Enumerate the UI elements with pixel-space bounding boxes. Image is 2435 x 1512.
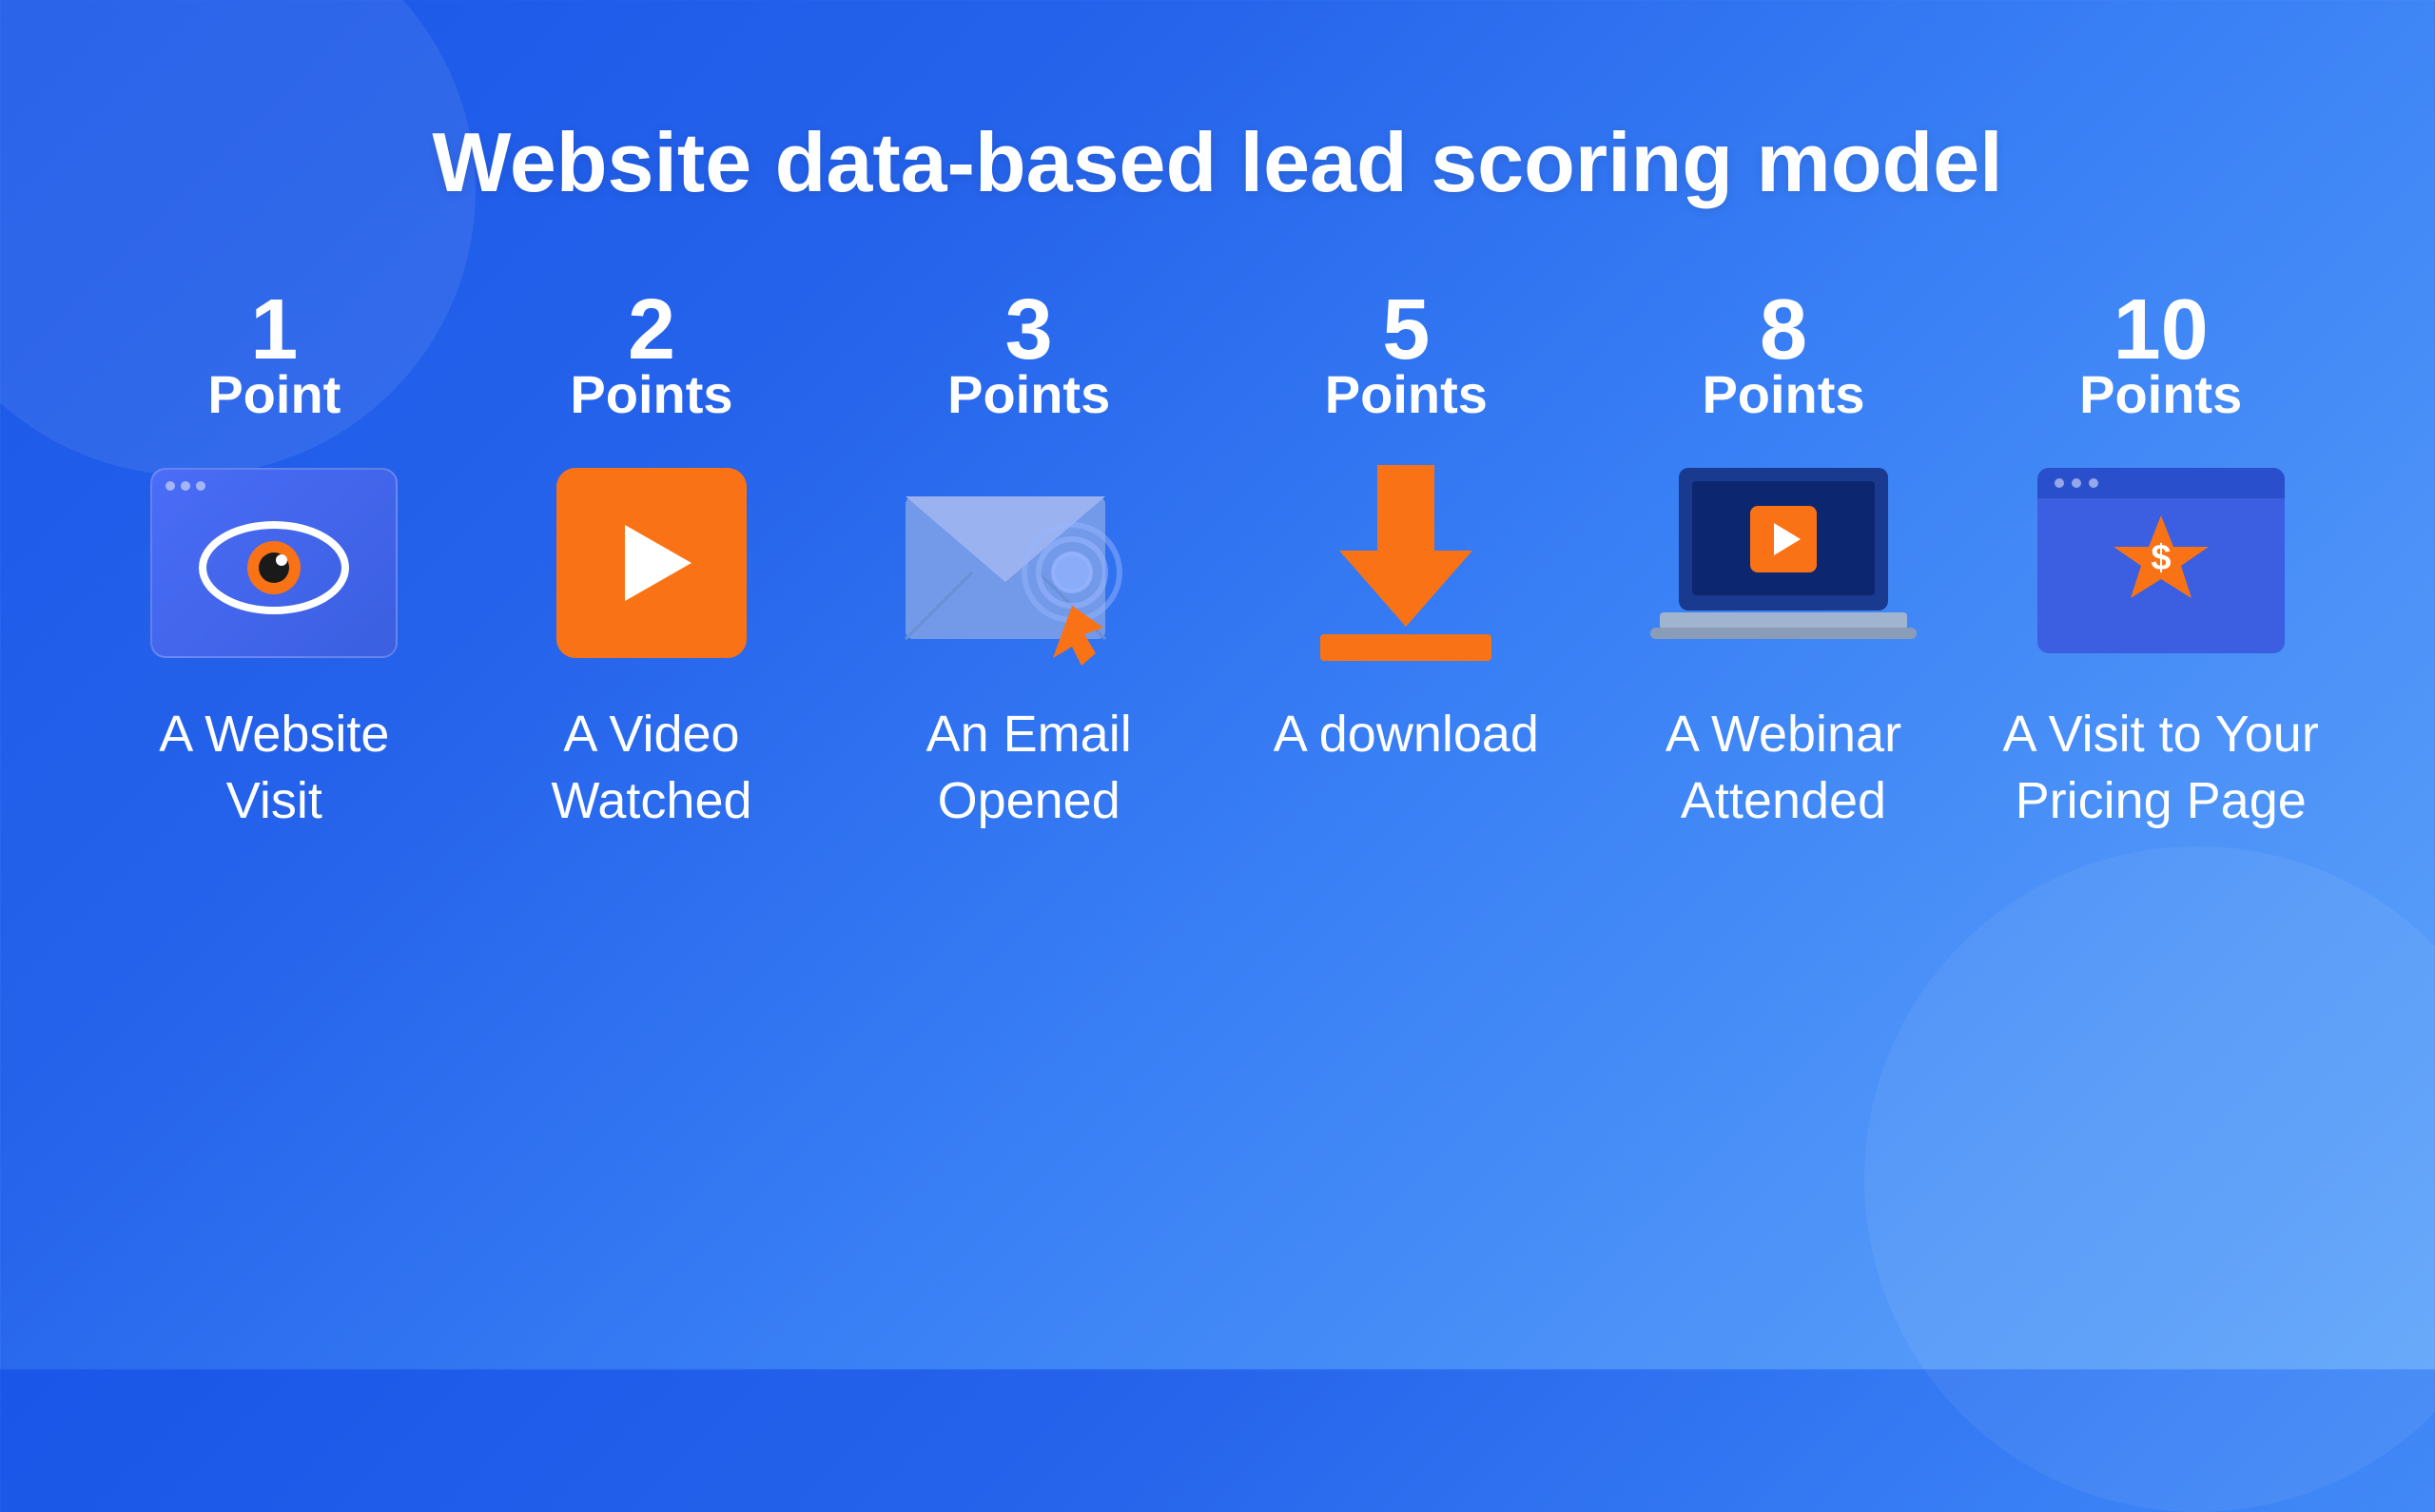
item-label-10: A Visit to Your Pricing Page	[2000, 701, 2321, 834]
download-arrow-icon	[1320, 465, 1491, 661]
points-label-1: Point	[207, 363, 341, 425]
item-website-visit: 1 Point A Website Visit	[114, 287, 435, 834]
item-label-3: An Email Opened	[868, 701, 1189, 834]
bg-decoration-right	[1864, 846, 2435, 1512]
points-label-8: Points	[1702, 363, 1864, 425]
play-triangle-icon	[625, 525, 692, 601]
item-email-opened: 3 Points An Email Opened	[868, 287, 1189, 834]
items-container: 1 Point A Website Visit 2 Po	[0, 287, 2435, 834]
item-video-watched: 2 Points A Video Watched	[492, 287, 812, 834]
laptop-icon	[1650, 458, 1917, 668]
item-label-2: A Video Watched	[492, 701, 812, 834]
icon-download	[1273, 463, 1539, 663]
points-label-2: Points	[570, 363, 732, 425]
icon-webinar	[1650, 463, 1917, 663]
icon-video-watched	[518, 463, 785, 663]
points-value-8: 8	[1760, 287, 1807, 373]
play-button-icon	[556, 468, 747, 658]
browser-dot	[166, 481, 175, 491]
pricing-browser-icon: $	[2033, 463, 2289, 663]
browser-dot	[181, 481, 190, 491]
item-webinar: 8 Points A Webinar Attended	[1624, 287, 1944, 834]
points-value-2: 2	[628, 287, 675, 373]
points-label-5: Points	[1325, 363, 1488, 425]
item-label-8: A Webinar Attended	[1624, 701, 1944, 834]
item-download: 5 Points A download	[1246, 287, 1567, 767]
points-label-3: Points	[947, 363, 1110, 425]
svg-text:$: $	[2151, 538, 2171, 578]
item-pricing-page: 10 Points $ A Visit to Your Pricing	[2000, 287, 2321, 834]
item-label-1: A Website Visit	[114, 701, 435, 834]
icon-pricing-page: $	[2028, 463, 2294, 663]
browser-dots	[166, 481, 205, 491]
points-label-10: Points	[2079, 363, 2242, 425]
item-label-5: A download	[1274, 701, 1539, 767]
browser-window-icon	[150, 468, 398, 658]
icon-website-visit	[141, 463, 407, 663]
points-value-10: 10	[2114, 287, 2209, 373]
page-title: Website data-based lead scoring model	[432, 114, 2002, 211]
eye-icon	[198, 520, 350, 615]
arrow-head	[1339, 551, 1472, 627]
points-value-1: 1	[250, 287, 298, 373]
points-value-3: 3	[1005, 287, 1053, 373]
arrow-base	[1320, 634, 1491, 661]
points-value-5: 5	[1382, 287, 1430, 373]
browser-dot	[196, 481, 205, 491]
icon-email-opened	[896, 463, 1162, 663]
arrow-body	[1377, 465, 1434, 551]
email-icon	[896, 458, 1162, 668]
